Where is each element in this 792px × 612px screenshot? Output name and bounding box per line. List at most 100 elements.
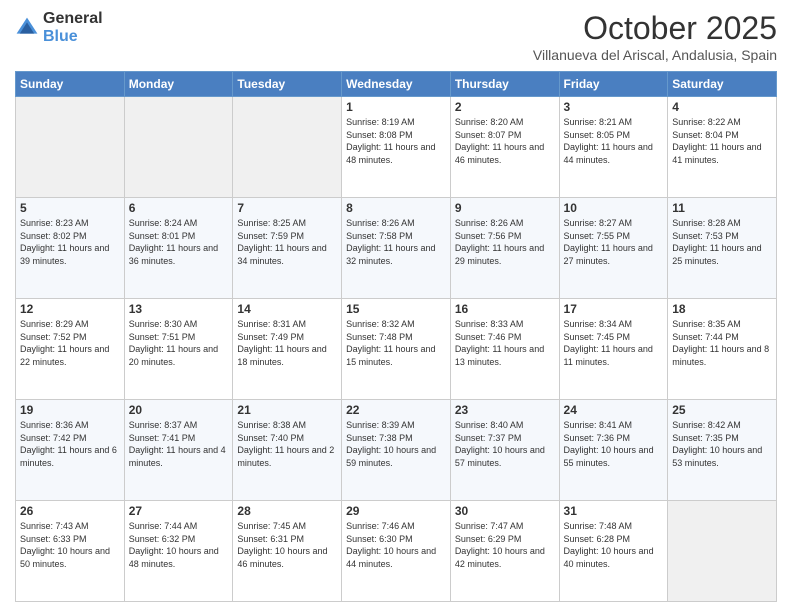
calendar-cell: 21 Sunrise: 8:38 AM Sunset: 7:40 PM Dayli… <box>233 400 342 501</box>
week-row-2: 5 Sunrise: 8:23 AM Sunset: 8:02 PM Daylig… <box>16 198 777 299</box>
day-number: 25 <box>672 403 772 417</box>
day-info: Sunrise: 8:20 AM Sunset: 8:07 PM Dayligh… <box>455 116 555 166</box>
logo-blue: Blue <box>43 28 103 46</box>
col-header-sunday: Sunday <box>16 72 125 97</box>
day-info: Sunrise: 8:25 AM Sunset: 7:59 PM Dayligh… <box>237 217 337 267</box>
week-row-5: 26 Sunrise: 7:43 AM Sunset: 6:33 PM Dayli… <box>16 501 777 602</box>
page: General Blue October 2025 Villanueva del… <box>0 0 792 612</box>
calendar-cell: 27Sunrise: 7:44 AM Sunset: 6:32 PM Dayli… <box>124 501 233 602</box>
header: General Blue October 2025 Villanueva del… <box>15 10 777 63</box>
day-number: 14 <box>237 302 337 316</box>
calendar-cell: 7 Sunrise: 8:25 AM Sunset: 7:59 PM Daylig… <box>233 198 342 299</box>
col-header-thursday: Thursday <box>450 72 559 97</box>
col-header-wednesday: Wednesday <box>342 72 451 97</box>
day-number: 8 <box>346 201 446 215</box>
day-info: Sunrise: 8:42 AM Sunset: 7:35 PM Dayligh… <box>672 419 772 469</box>
calendar-table: SundayMondayTuesdayWednesdayThursdayFrid… <box>15 71 777 602</box>
calendar-cell: 1 Sunrise: 8:19 AM Sunset: 8:08 PM Daylig… <box>342 97 451 198</box>
logo-general: General <box>43 10 103 28</box>
day-info: Sunrise: 7:48 AM Sunset: 6:28 PM Dayligh… <box>564 520 664 570</box>
calendar-cell: 13 Sunrise: 8:30 AM Sunset: 7:51 PM Dayli… <box>124 299 233 400</box>
day-number: 27 <box>129 504 229 518</box>
calendar-cell: 23Sunrise: 8:40 AM Sunset: 7:37 PM Dayli… <box>450 400 559 501</box>
week-row-4: 19 Sunrise: 8:36 AM Sunset: 7:42 PM Dayli… <box>16 400 777 501</box>
day-info: Sunrise: 8:32 AM Sunset: 7:48 PM Dayligh… <box>346 318 446 368</box>
day-info: Sunrise: 8:41 AM Sunset: 7:36 PM Dayligh… <box>564 419 664 469</box>
calendar-cell: 3Sunrise: 8:21 AM Sunset: 8:05 PM Daylig… <box>559 97 668 198</box>
day-number: 9 <box>455 201 555 215</box>
day-number: 29 <box>346 504 446 518</box>
calendar-cell: 11Sunrise: 8:28 AM Sunset: 7:53 PM Dayli… <box>668 198 777 299</box>
calendar-cell <box>233 97 342 198</box>
col-header-monday: Monday <box>124 72 233 97</box>
day-info: Sunrise: 8:38 AM Sunset: 7:40 PM Dayligh… <box>237 419 337 469</box>
week-row-3: 12Sunrise: 8:29 AM Sunset: 7:52 PM Dayli… <box>16 299 777 400</box>
day-info: Sunrise: 8:33 AM Sunset: 7:46 PM Dayligh… <box>455 318 555 368</box>
logo-icon <box>15 16 39 40</box>
calendar-cell <box>668 501 777 602</box>
calendar-cell: 29Sunrise: 7:46 AM Sunset: 6:30 PM Dayli… <box>342 501 451 602</box>
day-info: Sunrise: 8:37 AM Sunset: 7:41 PM Dayligh… <box>129 419 229 469</box>
day-number: 10 <box>564 201 664 215</box>
calendar-cell: 25 Sunrise: 8:42 AM Sunset: 7:35 PM Dayli… <box>668 400 777 501</box>
day-number: 18 <box>672 302 772 316</box>
calendar-cell: 2Sunrise: 8:20 AM Sunset: 8:07 PM Daylig… <box>450 97 559 198</box>
day-info: Sunrise: 8:30 AM Sunset: 7:51 PM Dayligh… <box>129 318 229 368</box>
day-info: Sunrise: 8:31 AM Sunset: 7:49 PM Dayligh… <box>237 318 337 368</box>
logo: General Blue <box>15 10 103 45</box>
day-info: Sunrise: 8:40 AM Sunset: 7:37 PM Dayligh… <box>455 419 555 469</box>
day-info: Sunrise: 8:28 AM Sunset: 7:53 PM Dayligh… <box>672 217 772 267</box>
calendar-cell: 9 Sunrise: 8:26 AM Sunset: 7:56 PM Daylig… <box>450 198 559 299</box>
day-info: Sunrise: 8:24 AM Sunset: 8:01 PM Dayligh… <box>129 217 229 267</box>
calendar-cell: 17 Sunrise: 8:34 AM Sunset: 7:45 PM Dayli… <box>559 299 668 400</box>
day-info: Sunrise: 7:47 AM Sunset: 6:29 PM Dayligh… <box>455 520 555 570</box>
day-number: 31 <box>564 504 664 518</box>
day-number: 7 <box>237 201 337 215</box>
location-subtitle: Villanueva del Ariscal, Andalusia, Spain <box>533 47 777 63</box>
calendar-header-row: SundayMondayTuesdayWednesdayThursdayFrid… <box>16 72 777 97</box>
day-info: Sunrise: 7:45 AM Sunset: 6:31 PM Dayligh… <box>237 520 337 570</box>
day-number: 17 <box>564 302 664 316</box>
day-info: Sunrise: 7:43 AM Sunset: 6:33 PM Dayligh… <box>20 520 120 570</box>
day-info: Sunrise: 8:39 AM Sunset: 7:38 PM Dayligh… <box>346 419 446 469</box>
day-number: 5 <box>20 201 120 215</box>
calendar-cell: 31 Sunrise: 7:48 AM Sunset: 6:28 PM Dayli… <box>559 501 668 602</box>
day-info: Sunrise: 8:34 AM Sunset: 7:45 PM Dayligh… <box>564 318 664 368</box>
calendar-cell: 20 Sunrise: 8:37 AM Sunset: 7:41 PM Dayli… <box>124 400 233 501</box>
day-number: 24 <box>564 403 664 417</box>
day-info: Sunrise: 8:29 AM Sunset: 7:52 PM Dayligh… <box>20 318 120 368</box>
day-number: 6 <box>129 201 229 215</box>
day-number: 16 <box>455 302 555 316</box>
day-info: Sunrise: 8:26 AM Sunset: 7:56 PM Dayligh… <box>455 217 555 267</box>
day-number: 19 <box>20 403 120 417</box>
day-info: Sunrise: 8:19 AM Sunset: 8:08 PM Dayligh… <box>346 116 446 166</box>
calendar-cell: 4Sunrise: 8:22 AM Sunset: 8:04 PM Daylig… <box>668 97 777 198</box>
day-info: Sunrise: 8:36 AM Sunset: 7:42 PM Dayligh… <box>20 419 120 469</box>
calendar-cell: 12Sunrise: 8:29 AM Sunset: 7:52 PM Dayli… <box>16 299 125 400</box>
day-number: 26 <box>20 504 120 518</box>
day-info: Sunrise: 8:21 AM Sunset: 8:05 PM Dayligh… <box>564 116 664 166</box>
day-info: Sunrise: 8:35 AM Sunset: 7:44 PM Dayligh… <box>672 318 772 368</box>
day-number: 1 <box>346 100 446 114</box>
calendar-cell: 22 Sunrise: 8:39 AM Sunset: 7:38 PM Dayli… <box>342 400 451 501</box>
calendar-cell: 18 Sunrise: 8:35 AM Sunset: 7:44 PM Dayli… <box>668 299 777 400</box>
day-number: 13 <box>129 302 229 316</box>
calendar-cell <box>16 97 125 198</box>
week-row-1: 1 Sunrise: 8:19 AM Sunset: 8:08 PM Daylig… <box>16 97 777 198</box>
day-number: 30 <box>455 504 555 518</box>
day-info: Sunrise: 8:26 AM Sunset: 7:58 PM Dayligh… <box>346 217 446 267</box>
calendar-cell: 6 Sunrise: 8:24 AM Sunset: 8:01 PM Daylig… <box>124 198 233 299</box>
day-number: 22 <box>346 403 446 417</box>
col-header-tuesday: Tuesday <box>233 72 342 97</box>
day-number: 20 <box>129 403 229 417</box>
calendar-cell: 14 Sunrise: 8:31 AM Sunset: 7:49 PM Dayli… <box>233 299 342 400</box>
col-header-saturday: Saturday <box>668 72 777 97</box>
calendar-cell: 28Sunrise: 7:45 AM Sunset: 6:31 PM Dayli… <box>233 501 342 602</box>
month-title: October 2025 <box>533 10 777 47</box>
day-info: Sunrise: 8:23 AM Sunset: 8:02 PM Dayligh… <box>20 217 120 267</box>
day-number: 4 <box>672 100 772 114</box>
day-number: 21 <box>237 403 337 417</box>
calendar-cell: 30 Sunrise: 7:47 AM Sunset: 6:29 PM Dayli… <box>450 501 559 602</box>
title-block: October 2025 Villanueva del Ariscal, And… <box>533 10 777 63</box>
calendar-cell: 8 Sunrise: 8:26 AM Sunset: 7:58 PM Daylig… <box>342 198 451 299</box>
